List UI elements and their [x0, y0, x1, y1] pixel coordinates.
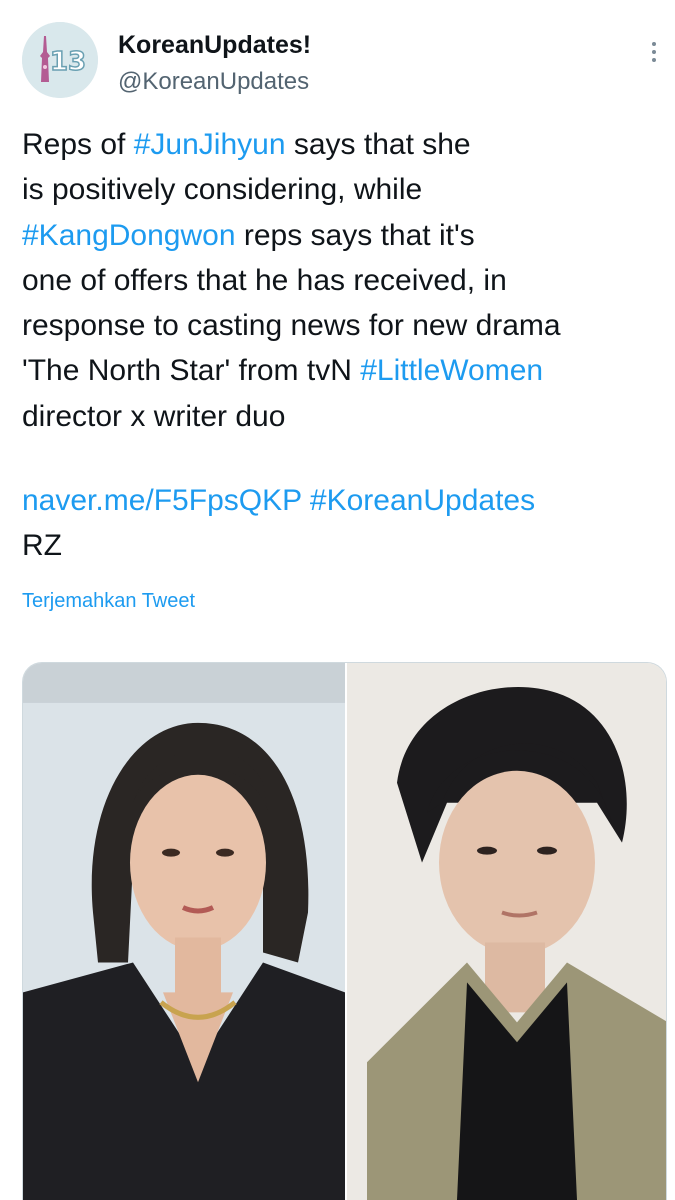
- hashtag-link[interactable]: #JunJihyun: [134, 128, 286, 161]
- display-name[interactable]: KoreanUpdates!: [118, 28, 311, 62]
- url-link[interactable]: naver.me/F5FpsQKP: [22, 484, 302, 517]
- more-options-icon[interactable]: [636, 34, 672, 70]
- user-handle[interactable]: @KoreanUpdates: [118, 66, 309, 98]
- avatar[interactable]: 13: [22, 22, 98, 98]
- signature: RZ: [22, 529, 62, 562]
- hashtag-link[interactable]: #KoreanUpdates: [310, 484, 535, 517]
- right-photo[interactable]: [347, 663, 666, 1200]
- koreanupdates-logo: 13: [22, 22, 98, 98]
- tweet-text: Reps of #JunJihyun says that she is posi…: [22, 128, 561, 433]
- tweet-links: naver.me/F5FpsQKP #KoreanUpdates RZ: [22, 478, 662, 568]
- translate-tweet-link[interactable]: Terjemahkan Tweet: [22, 586, 195, 616]
- hashtag-link[interactable]: #LittleWomen: [360, 354, 543, 387]
- woman-portrait-image: [23, 663, 345, 1200]
- man-portrait-image: [347, 663, 666, 1200]
- tweet-media[interactable]: [22, 662, 667, 1200]
- svg-text:13: 13: [50, 47, 86, 77]
- left-photo[interactable]: [23, 663, 345, 1200]
- hashtag-link[interactable]: #KangDongwon: [22, 219, 236, 252]
